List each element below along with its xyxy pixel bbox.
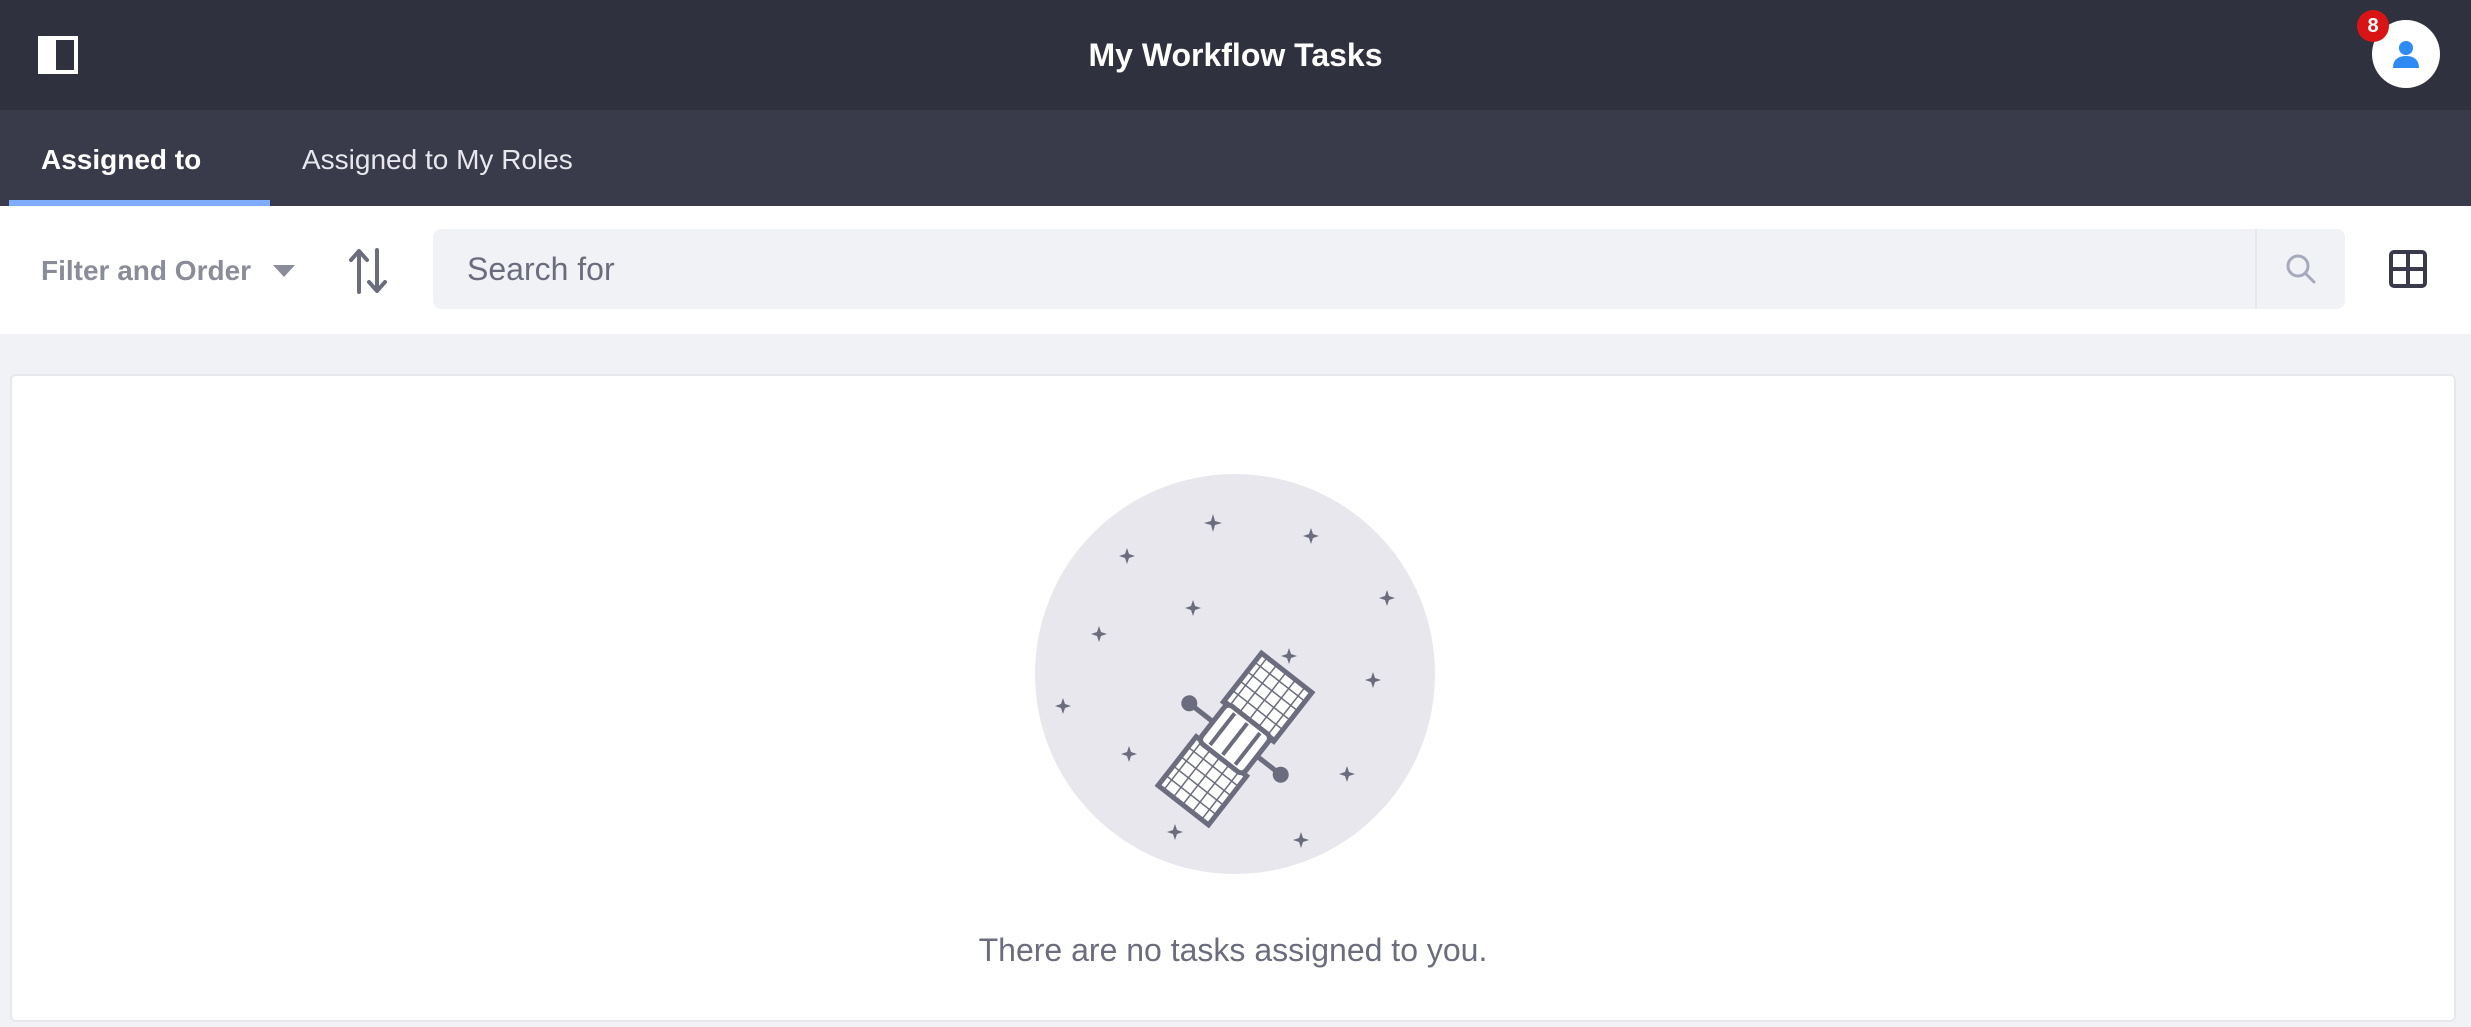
satellite-illustration (1035, 474, 1435, 874)
product-menu-icon[interactable] (38, 36, 78, 74)
search-bar (433, 229, 2345, 309)
caret-down-icon (273, 265, 296, 277)
cards-view-icon[interactable] (2389, 250, 2427, 288)
empty-state-message: There are no tasks assigned to you. (978, 932, 1488, 968)
tab-assigned-to-me[interactable]: Assigned to Me (9, 110, 270, 275)
page-title: My Workflow Tasks (1088, 37, 1383, 73)
filter-and-order-label: Filter and Order (41, 255, 252, 286)
search-icon (2286, 254, 2316, 284)
user-icon (2393, 41, 2419, 68)
app-header: My Workflow Tasks 8 (0, 0, 2471, 110)
notification-badge: 8 (2357, 10, 2389, 42)
filter-and-order-dropdown[interactable]: Filter and Order (41, 246, 296, 296)
management-toolbar: Filter and Order (0, 206, 2471, 334)
search-input[interactable] (433, 229, 2253, 309)
tab-assigned-to-my-roles[interactable]: Assigned to My Roles (270, 110, 605, 206)
empty-state-card: There are no tasks assigned to you. (10, 374, 2456, 1022)
sort-order-icon[interactable] (348, 246, 388, 296)
tab-bar: Assigned to Me Assigned to My Roles (0, 110, 2471, 275)
search-button[interactable] (2255, 229, 2345, 309)
